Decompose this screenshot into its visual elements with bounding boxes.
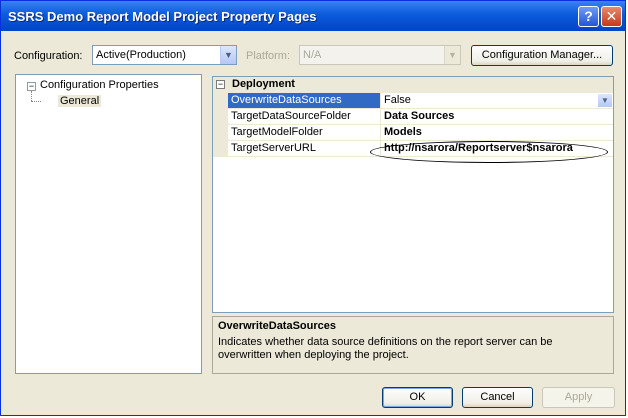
- description-pane: OverwriteDataSources Indicates whether d…: [212, 316, 614, 374]
- platform-value: N/A: [303, 49, 322, 61]
- apply-button: Apply: [542, 387, 615, 408]
- property-row-target-model-folder[interactable]: TargetModelFolder Models: [213, 125, 613, 141]
- property-value[interactable]: False ▼: [381, 93, 613, 109]
- property-name[interactable]: TargetServerURL: [228, 141, 381, 157]
- close-button[interactable]: ✕: [601, 6, 622, 27]
- property-row-overwrite-data-sources[interactable]: OverwriteDataSources False ▼: [213, 93, 613, 109]
- property-name[interactable]: OverwriteDataSources: [228, 93, 381, 109]
- help-button[interactable]: ?: [578, 6, 599, 27]
- category-deployment[interactable]: − Deployment: [213, 77, 613, 93]
- configuration-tree: − Configuration Properties General: [15, 74, 202, 374]
- property-grid: − Deployment OverwriteDataSources False …: [212, 76, 614, 313]
- property-value[interactable]: Data Sources: [381, 109, 613, 125]
- chevron-down-icon: ▼: [444, 46, 460, 64]
- tree-item-configuration-properties[interactable]: Configuration Properties: [40, 79, 159, 91]
- property-row-target-server-url[interactable]: TargetServerURL http://nsarora/Reportser…: [213, 141, 613, 157]
- platform-label: Platform:: [246, 50, 291, 62]
- tree-connector: [31, 101, 41, 102]
- property-pages-dialog: SSRS Demo Report Model Project Property …: [0, 0, 626, 416]
- property-row-target-data-source-folder[interactable]: TargetDataSourceFolder Data Sources: [213, 109, 613, 125]
- property-value[interactable]: Models: [381, 125, 613, 141]
- ok-button[interactable]: OK: [382, 387, 453, 408]
- configuration-value: Active(Production): [96, 49, 186, 61]
- configuration-manager-button[interactable]: Configuration Manager...: [471, 45, 613, 66]
- description-text: Indicates whether data source definition…: [218, 336, 553, 361]
- property-name[interactable]: TargetDataSourceFolder: [228, 109, 381, 125]
- description-title: OverwriteDataSources: [218, 320, 336, 332]
- tree-item-general[interactable]: General: [58, 95, 102, 107]
- chevron-down-icon[interactable]: ▼: [598, 94, 612, 107]
- title-bar[interactable]: SSRS Demo Report Model Project Property …: [1, 1, 625, 31]
- collapse-icon[interactable]: −: [27, 82, 36, 91]
- chevron-down-icon: ▼: [220, 46, 236, 64]
- platform-select: N/A ▼: [299, 45, 461, 65]
- configuration-select[interactable]: Active(Production) ▼: [92, 45, 237, 65]
- cancel-button[interactable]: Cancel: [462, 387, 533, 408]
- window-title: SSRS Demo Report Model Project Property …: [8, 9, 317, 24]
- collapse-icon[interactable]: −: [216, 80, 225, 89]
- property-value[interactable]: http://nsarora/Reportserver$nsarora: [381, 141, 613, 157]
- category-label: Deployment: [232, 78, 295, 90]
- tree-connector: [31, 91, 32, 101]
- configuration-label: Configuration:: [14, 50, 83, 62]
- property-name[interactable]: TargetModelFolder: [228, 125, 381, 141]
- property-value-text: False: [384, 94, 411, 106]
